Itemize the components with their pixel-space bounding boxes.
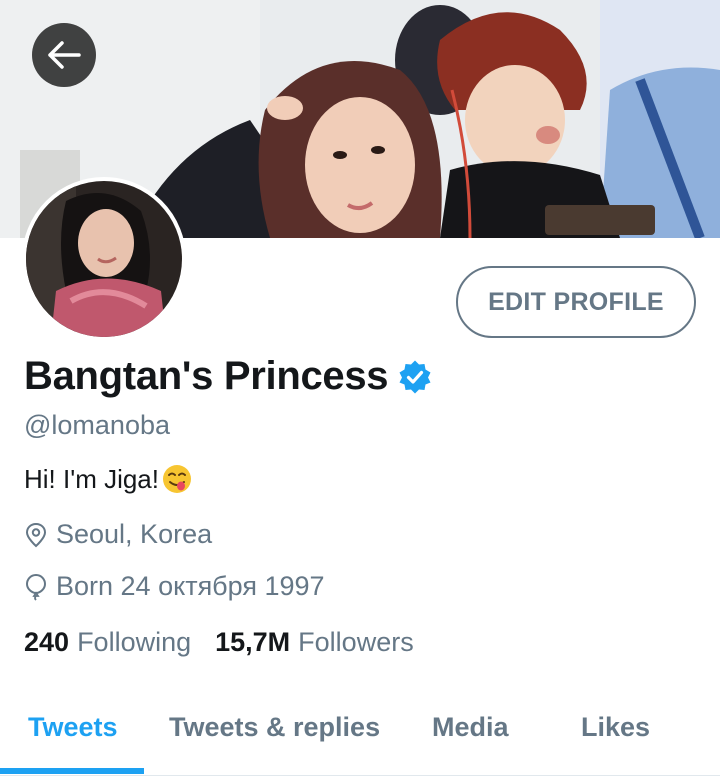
profile-page: EDIT PROFILE Bangtan's Princess @lomanob… bbox=[0, 0, 720, 776]
location-row: Seoul, Korea bbox=[24, 519, 212, 550]
balloon-icon bbox=[25, 573, 47, 601]
birthdate-text: Born 24 октября 1997 bbox=[56, 571, 325, 601]
location-text: Seoul, Korea bbox=[56, 519, 213, 549]
bio: Hi! I'm Jiga! bbox=[24, 463, 193, 495]
edit-profile-button[interactable]: EDIT PROFILE bbox=[456, 266, 696, 338]
arrow-left-icon bbox=[48, 41, 81, 69]
display-name: Bangtan's Princess bbox=[24, 354, 389, 398]
user-handle: @lomanoba bbox=[24, 410, 170, 440]
follow-stats: 240 Following 15,7M Followers bbox=[24, 627, 438, 658]
avatar[interactable] bbox=[22, 177, 186, 341]
birthdate-row: Born 24 октября 1997 bbox=[24, 571, 325, 602]
verified-badge-icon bbox=[399, 360, 431, 393]
followers-label[interactable]: Followers bbox=[298, 627, 414, 658]
tab-likes[interactable]: Likes bbox=[581, 712, 650, 743]
followers-count[interactable]: 15,7M bbox=[215, 627, 290, 658]
location-pin-icon bbox=[25, 522, 47, 547]
active-tab-indicator bbox=[0, 768, 144, 774]
tab-media[interactable]: Media bbox=[432, 712, 509, 743]
tab-tweets-replies[interactable]: Tweets & replies bbox=[169, 712, 380, 743]
name-row: Bangtan's Princess bbox=[24, 354, 432, 399]
back-button[interactable] bbox=[32, 23, 96, 87]
bio-text: Hi! I'm Jiga! bbox=[24, 463, 159, 494]
following-label[interactable]: Following bbox=[77, 627, 191, 658]
profile-tabs: Tweets Tweets & replies Media Likes bbox=[0, 686, 720, 776]
yum-face-emoji-icon bbox=[163, 465, 191, 493]
avatar-photo-illustration bbox=[26, 181, 182, 337]
following-count[interactable]: 240 bbox=[24, 627, 69, 658]
tab-tweets[interactable]: Tweets bbox=[28, 712, 118, 743]
